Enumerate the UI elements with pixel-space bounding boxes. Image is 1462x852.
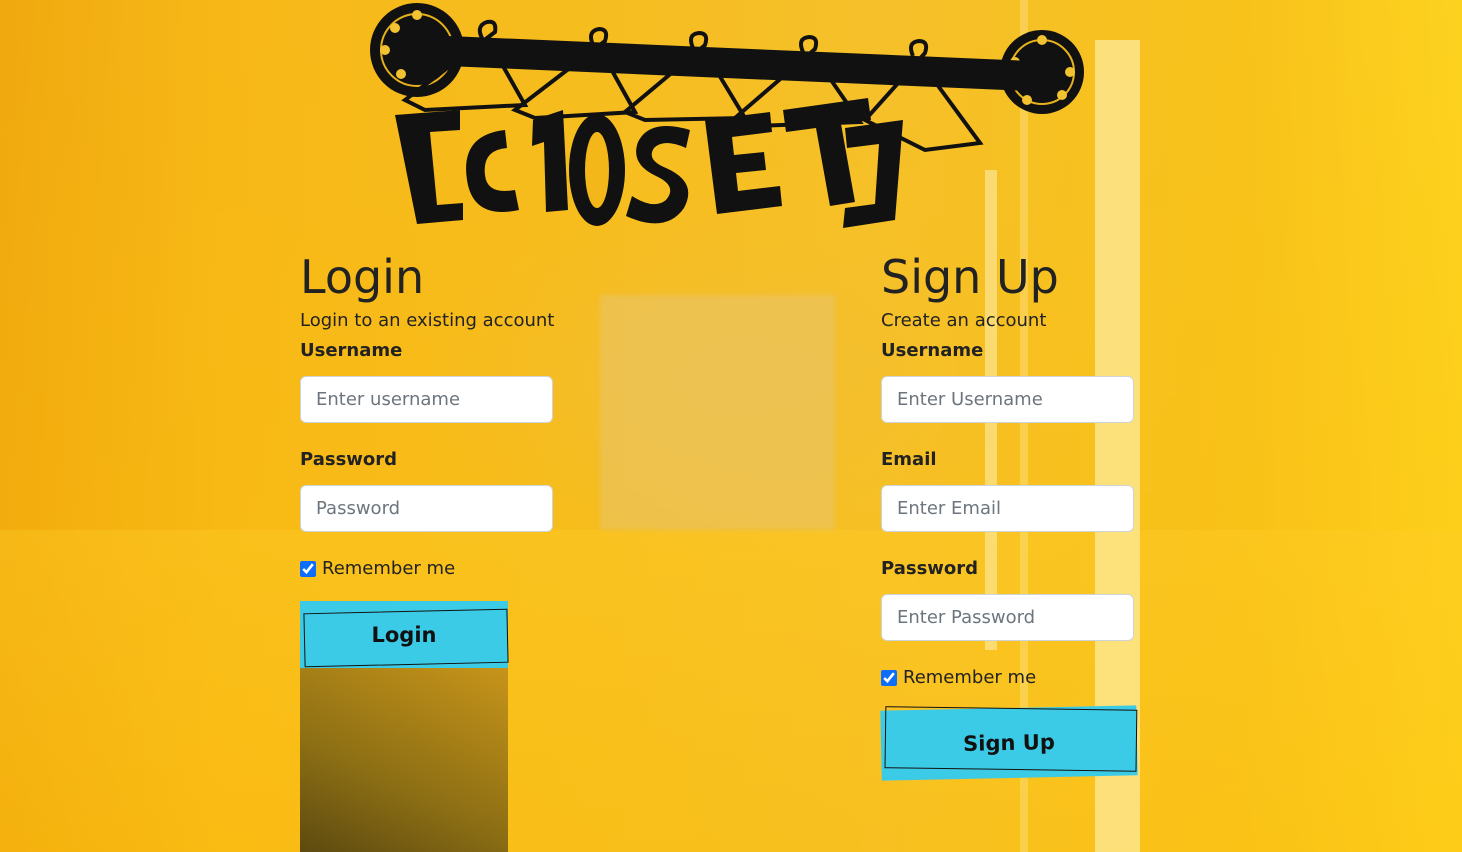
signup-remember-checkbox[interactable] [881,669,897,686]
logo-rod [423,35,1055,92]
login-button[interactable]: Login [300,601,509,668]
signup-password-label: Password [881,558,979,579]
logo-letters [395,98,903,228]
signup-password-input[interactable] [881,594,1134,641]
login-password-input[interactable] [300,485,553,532]
login-button-shadow [300,664,508,852]
login-subtitle: Login to an existing account [300,310,555,331]
login-username-input[interactable] [300,376,553,423]
signup-button[interactable]: Sign Up [880,705,1138,781]
signup-email-input[interactable] [881,485,1134,532]
login-button-label: Login [371,622,437,647]
closet-logo [370,3,1084,228]
signup-remember-label: Remember me [903,667,1037,688]
login-remember-row: Remember me [300,558,560,579]
signup-remember-row: Remember me [881,667,1141,688]
signup-title: Sign Up [881,250,1059,304]
login-panel: Login Login to an existing account Usern… [300,250,560,579]
signup-button-label: Sign Up [962,730,1056,756]
signup-username-label: Username [881,340,984,361]
login-remember-checkbox[interactable] [300,560,316,577]
login-username-label: Username [300,340,403,361]
signup-panel: Sign Up Create an account Username Email… [881,250,1141,688]
background-floor [0,530,1462,852]
login-password-label: Password [300,449,398,470]
signup-username-input[interactable] [881,376,1134,423]
login-remember-label: Remember me [322,558,456,579]
signup-subtitle: Create an account [881,310,1047,331]
login-title: Login [300,250,425,304]
signup-email-label: Email [881,449,937,470]
background-back-wall [600,295,835,530]
